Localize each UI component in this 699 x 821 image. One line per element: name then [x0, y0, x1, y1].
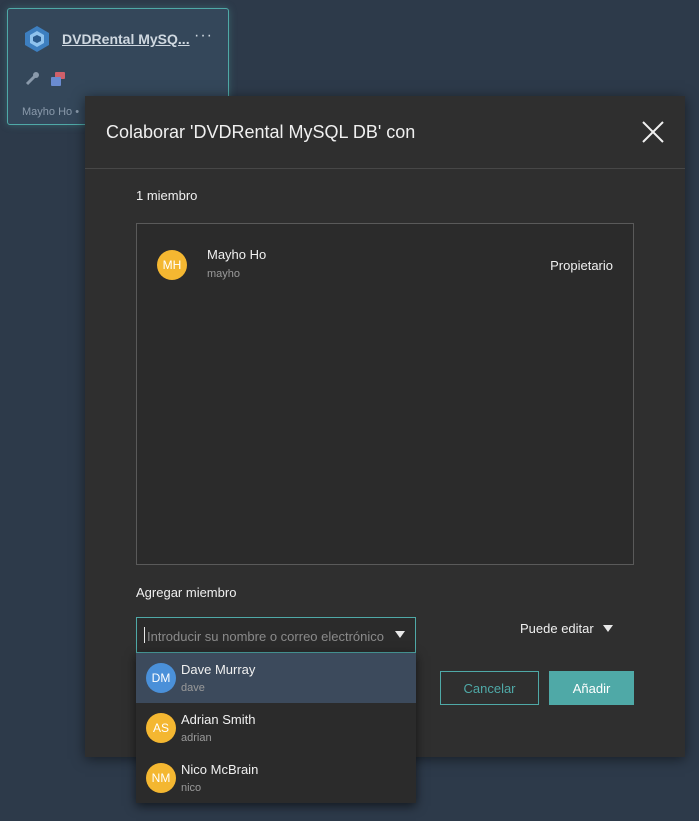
suggestion-username: adrian: [181, 732, 212, 744]
avatar: AS: [146, 713, 176, 743]
suggestion-username: dave: [181, 682, 205, 694]
add-button[interactable]: Añadir: [549, 671, 634, 705]
avatar: DM: [146, 663, 176, 693]
add-member-label: Agregar miembro: [136, 585, 237, 600]
suggestion-username: nico: [181, 782, 202, 794]
more-options-icon[interactable]: ···: [194, 27, 213, 45]
permission-select[interactable]: Puede editar: [520, 621, 613, 636]
member-count: 1 miembro: [136, 188, 198, 203]
member-row: MH Mayho Ho mayho Propietario: [137, 224, 633, 294]
project-title[interactable]: DVDRental MySQ...: [62, 31, 190, 47]
avatar: NM: [146, 763, 176, 793]
member-username: mayho: [207, 268, 241, 280]
member-list: MH Mayho Ho mayho Propietario: [136, 223, 634, 565]
member-search-field[interactable]: [136, 617, 416, 654]
suggestion-item[interactable]: DM Dave Murray dave: [136, 653, 416, 703]
project-owner: Mayho Ho •: [22, 106, 80, 118]
member-role: Propietario: [550, 258, 613, 273]
suggestion-name: Dave Murray: [181, 662, 256, 677]
suggestion-name: Adrian Smith: [181, 712, 256, 727]
navicat-logo-icon: [25, 26, 49, 52]
dialog-title: Colaborar 'DVDRental MySQL DB' con: [106, 122, 416, 142]
dialog-header: Colaborar 'DVDRental MySQL DB' con: [85, 96, 685, 169]
permission-label: Puede editar: [520, 621, 594, 636]
avatar: MH: [157, 250, 187, 280]
database-icon: [51, 72, 65, 86]
suggestion-item[interactable]: AS Adrian Smith adrian: [136, 703, 416, 753]
member-suggestions: DM Dave Murray dave AS Adrian Smith adri…: [136, 653, 416, 803]
member-search-input[interactable]: [145, 618, 389, 654]
suggestion-item[interactable]: NM Nico McBrain nico: [136, 753, 416, 803]
cancel-button[interactable]: Cancelar: [440, 671, 539, 705]
suggestion-name: Nico McBrain: [181, 762, 259, 777]
connection-plug-icon: [25, 72, 39, 86]
chevron-down-icon: [602, 625, 613, 632]
close-icon[interactable]: [639, 118, 667, 146]
member-name: Mayho Ho: [207, 247, 267, 262]
dropdown-arrow-icon[interactable]: [395, 631, 405, 638]
